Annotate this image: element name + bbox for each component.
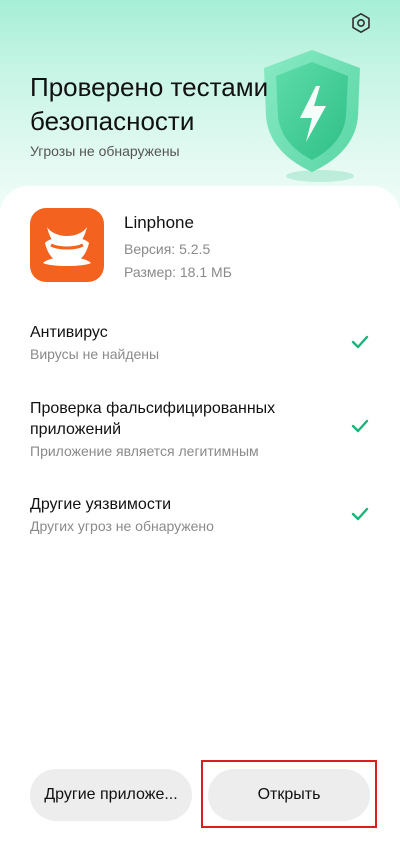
check-item-tampered-apps: Проверка фальсифицированных приложений П… bbox=[30, 398, 370, 459]
check-title: Другие уязвимости bbox=[30, 496, 172, 513]
settings-button[interactable] bbox=[348, 10, 374, 36]
app-version: Версия: 5.2.5 bbox=[124, 241, 211, 257]
other-apps-button[interactable]: Другие приложе... bbox=[30, 769, 192, 821]
check-title: Проверка фальсифицированных приложений bbox=[30, 400, 276, 438]
settings-gear-icon bbox=[352, 13, 370, 33]
app-size: Размер: 18.1 МБ bbox=[124, 264, 232, 280]
linphone-app-icon bbox=[30, 208, 104, 282]
check-item-antivirus: Антивирус Вирусы не найдены bbox=[30, 322, 370, 362]
check-description: Других угроз не обнаружено bbox=[30, 518, 214, 534]
check-icon bbox=[351, 419, 369, 433]
check-description: Приложение является легитимным bbox=[30, 443, 259, 459]
page-title: Проверено тестами безопасности bbox=[30, 72, 269, 136]
check-title: Антивирус bbox=[30, 324, 108, 341]
check-description: Вирусы не найдены bbox=[30, 346, 160, 362]
check-icon bbox=[351, 335, 369, 349]
app-name: Linphone bbox=[124, 213, 194, 232]
check-item-other-vulnerabilities: Другие уязвимости Других угроз не обнару… bbox=[30, 494, 370, 534]
page-subtitle: Угрозы не обнаружены bbox=[30, 143, 180, 159]
open-button-highlight bbox=[201, 760, 377, 828]
check-icon bbox=[351, 507, 369, 521]
